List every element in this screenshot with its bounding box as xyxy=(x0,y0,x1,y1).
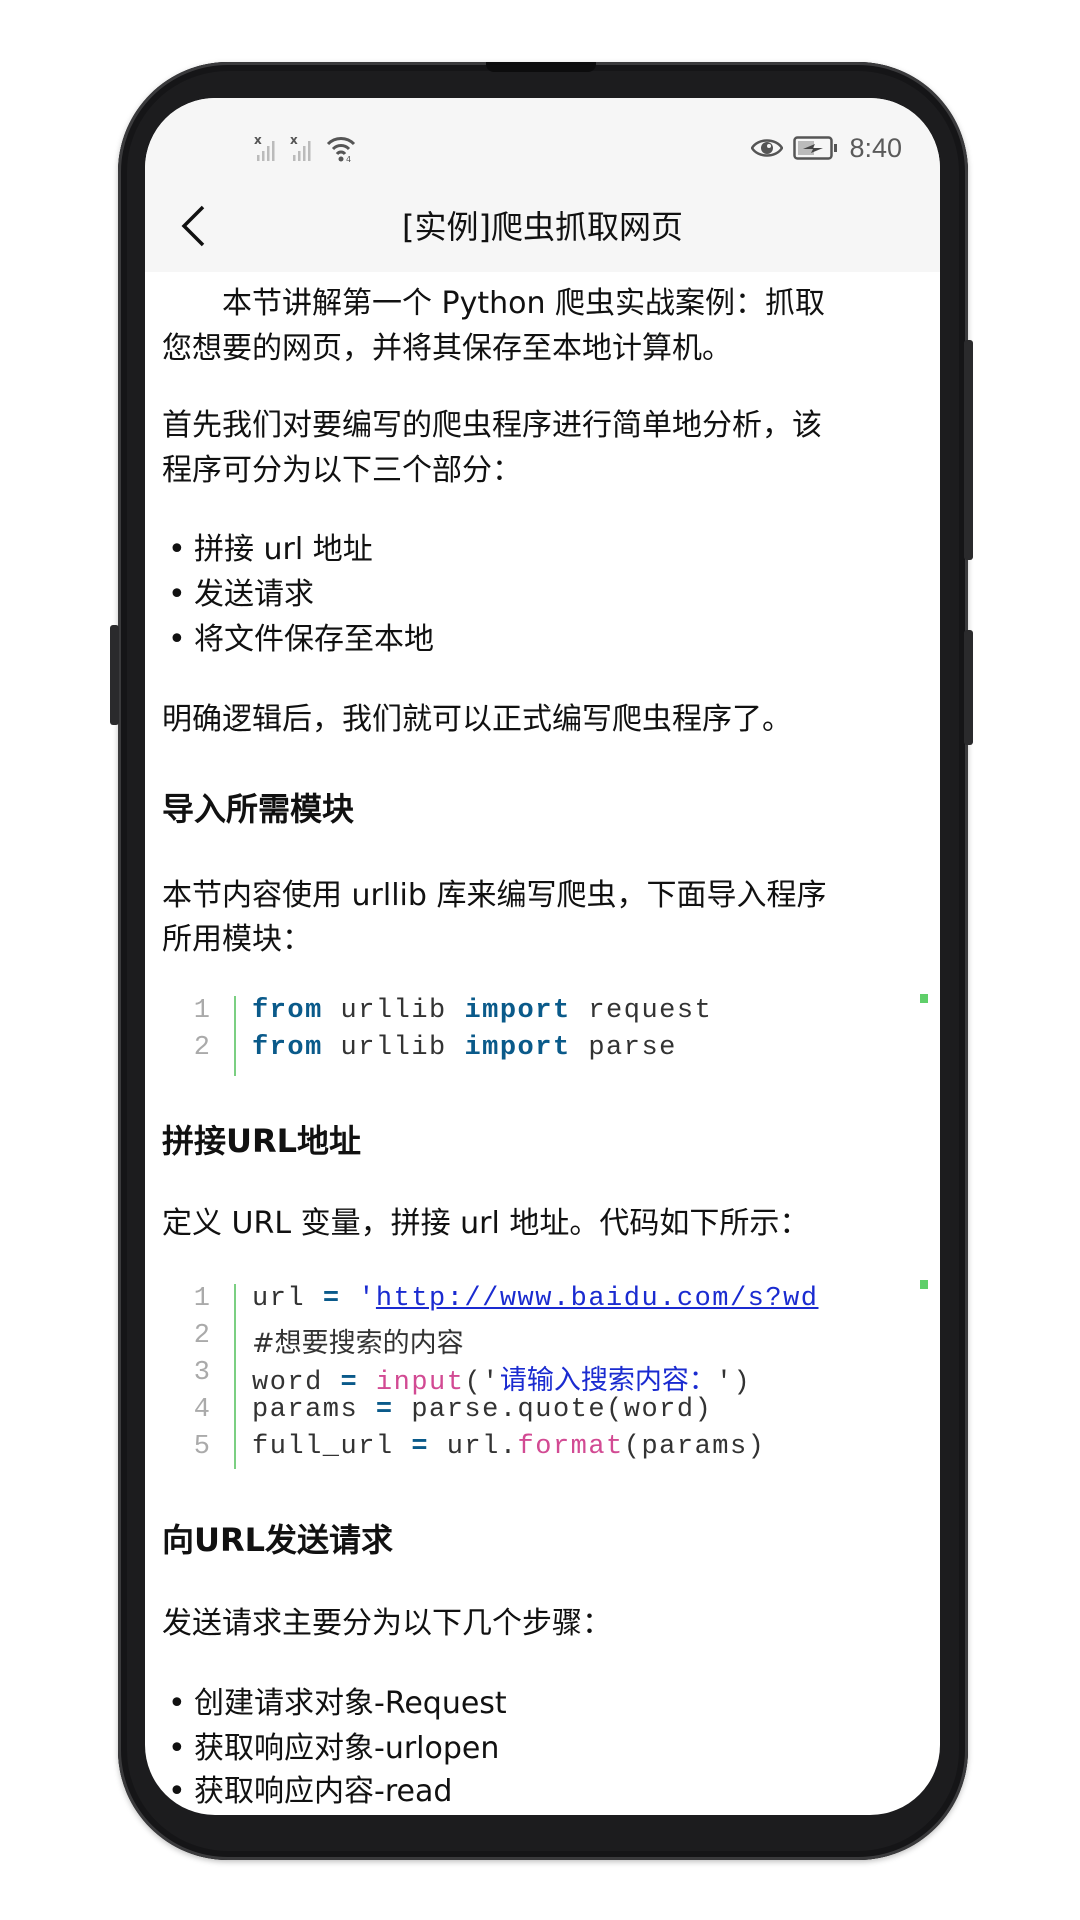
variable: full_url xyxy=(252,1432,412,1462)
list-item: 获取响应内容-read xyxy=(162,1770,452,1814)
module-name: urllib xyxy=(322,1033,465,1063)
section-heading-request: 向URL发送请求 xyxy=(162,1521,394,1559)
line-number: 2 xyxy=(193,1033,210,1063)
code-scroll-marker xyxy=(920,1280,928,1289)
status-bar-right: 8:40 xyxy=(751,130,902,166)
line-number: 2 xyxy=(193,1321,210,1351)
line-number: 1 xyxy=(193,1284,210,1314)
intro-line-2: 您想要的网页，并将其保存至本地计算机。 xyxy=(162,331,732,366)
phone-power-button xyxy=(964,630,973,745)
import-name: parse xyxy=(570,1033,677,1063)
section-heading-url: 拼接URL地址 xyxy=(162,1122,362,1160)
list-item: 拼接 url 地址 xyxy=(162,528,373,572)
screen: x x 4 8:40 [实例]爬虫抓取网页 本节讲解第一个 Python 爬虫实… xyxy=(145,98,940,1815)
code-scroll-marker xyxy=(920,994,928,1003)
operator: = xyxy=(322,1284,341,1314)
line-number: 4 xyxy=(193,1395,210,1425)
battery-charging-icon xyxy=(793,136,838,160)
clock-time: 8:40 xyxy=(849,132,902,163)
section-heading-import: 导入所需模块 xyxy=(162,790,355,828)
intro-line-1: 本节讲解第一个 Python 爬虫实战案例：抓取 xyxy=(222,286,826,321)
status-bar-left: x x 4 xyxy=(253,130,359,166)
list-item: 获取响应对象-urlopen xyxy=(162,1727,499,1771)
wifi-icon: 4 xyxy=(326,137,356,163)
function-name: input xyxy=(358,1368,465,1398)
keyword: from xyxy=(252,1033,323,1063)
code-comment: #想要搜索的内容 xyxy=(252,1328,464,1359)
page-title: [实例]爬虫抓取网页 xyxy=(402,208,683,246)
summary-text: 明确逻辑后，我们就可以正式编写爬虫程序了。 xyxy=(162,702,792,737)
string-literal: 请输入搜索内容： xyxy=(499,1365,716,1396)
code-block-imports: 1 from urllib import request 2 from urll… xyxy=(182,992,940,1082)
variable: word xyxy=(252,1368,341,1398)
eye-comfort-icon xyxy=(751,139,784,157)
line-number: 3 xyxy=(193,1358,210,1388)
code-block-url: 1 url = 'http://www.baidu.com/s?wd 2 #想要… xyxy=(182,1280,940,1475)
keyword: import xyxy=(464,1033,571,1063)
variable: params xyxy=(252,1395,376,1425)
signal-no-sim-icon: x xyxy=(290,133,311,161)
line-number: 5 xyxy=(193,1432,210,1462)
phone-volume-button xyxy=(964,340,973,560)
list-item: 将文件保存至本地 xyxy=(162,618,434,662)
import-text-line-2: 所用模块： xyxy=(162,922,312,957)
list-item: 发送请求 xyxy=(162,573,314,617)
code-gutter-line xyxy=(234,996,236,1076)
module-name: urllib xyxy=(322,996,465,1026)
analysis-line-1: 首先我们对要编写的爬虫程序进行简单地分析，该 xyxy=(162,408,822,443)
app-header-bar: x x 4 8:40 [实例]爬虫抓取网页 xyxy=(145,98,940,272)
request-text: 发送请求主要分为以下几个步骤： xyxy=(162,1606,612,1641)
expression: parse.quote(word) xyxy=(393,1395,713,1425)
object-ref: url. xyxy=(429,1432,518,1462)
operator: = xyxy=(411,1432,430,1462)
string-quote: ' xyxy=(340,1284,376,1314)
analysis-line-2: 程序可分为以下三个部分： xyxy=(162,453,522,488)
phone-earpiece xyxy=(486,62,596,72)
function-name: format xyxy=(517,1432,624,1462)
url-text: 定义 URL 变量，拼接 url 地址。代码如下所示： xyxy=(162,1206,810,1241)
expression: (params) xyxy=(623,1432,766,1462)
operator: = xyxy=(375,1395,394,1425)
import-text-line-1: 本节内容使用 urllib 库来编写爬虫，下面导入程序 xyxy=(162,878,827,913)
signal-no-sim-icon: x xyxy=(254,133,275,161)
keyword: import xyxy=(464,996,571,1026)
svg-text:x: x xyxy=(254,133,262,147)
code-gutter-line xyxy=(234,1284,236,1469)
keyword: from xyxy=(252,996,323,1026)
paren: ') xyxy=(715,1368,752,1398)
paren: (' xyxy=(464,1368,500,1398)
svg-text:4: 4 xyxy=(346,155,351,163)
phone-side-button-left xyxy=(110,625,119,725)
operator: = xyxy=(340,1368,359,1398)
svg-text:x: x xyxy=(290,133,298,147)
url-link[interactable]: http://www.baidu.com/s?wd xyxy=(376,1284,819,1314)
line-number: 1 xyxy=(193,996,210,1026)
variable: url xyxy=(252,1284,323,1314)
import-name: request xyxy=(570,996,713,1026)
list-item: 创建请求对象-Request xyxy=(162,1682,507,1726)
